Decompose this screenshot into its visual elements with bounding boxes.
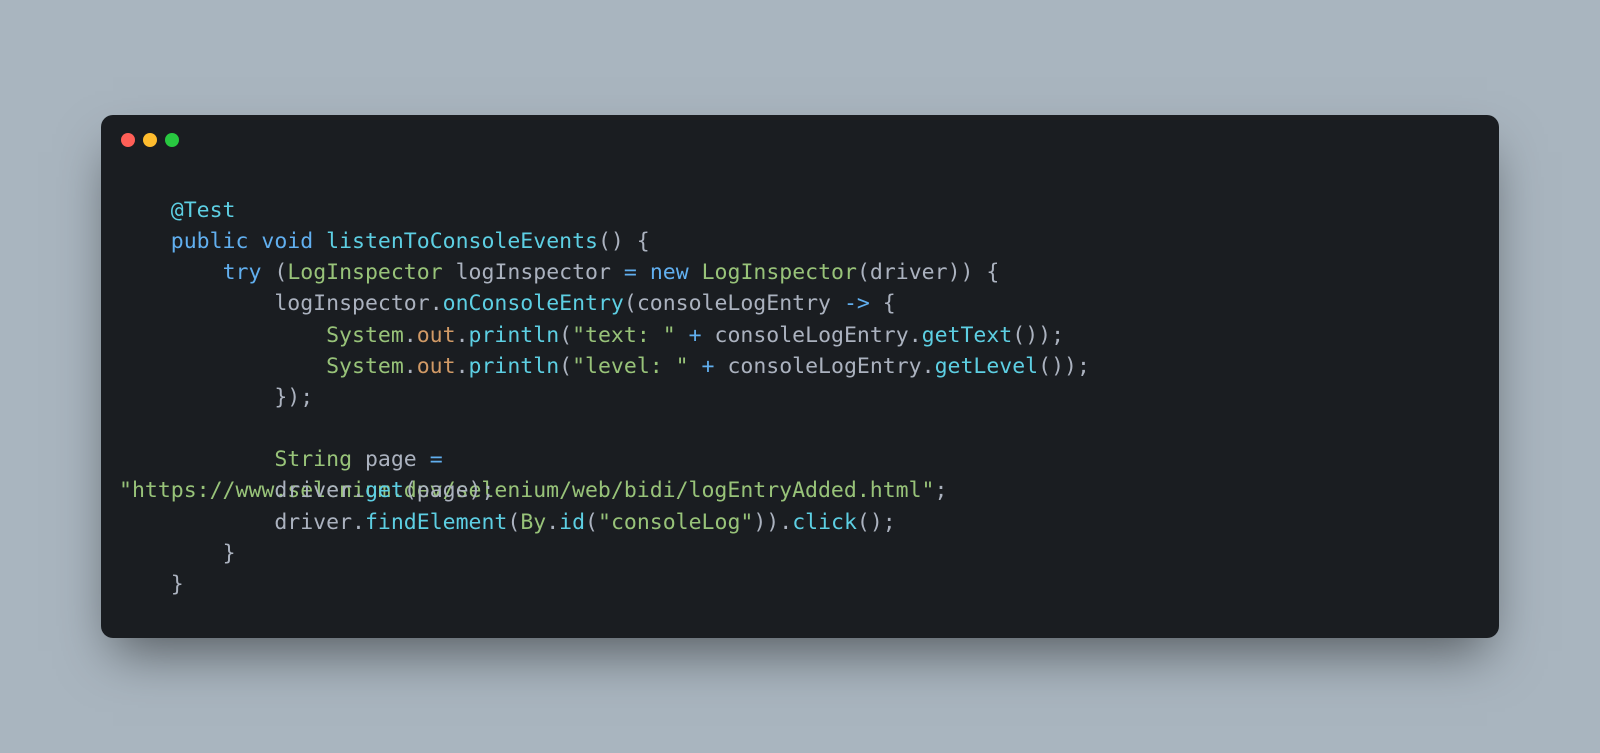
token-punct: . (430, 291, 443, 316)
minimize-icon[interactable] (143, 133, 157, 147)
token-punct: . (546, 510, 559, 535)
code-line: try (LogInspector logInspector = new Log… (101, 257, 1499, 288)
token-method: findElement (365, 510, 507, 535)
code-line: "https://www.selenium.dev/selenium/web/b… (101, 475, 1499, 506)
token-punct: ; (934, 478, 947, 503)
token-punct: } (223, 541, 236, 566)
token-kw: public (171, 229, 249, 254)
token-ann: @Test (171, 198, 236, 223)
token-method: onConsoleEntry (443, 291, 624, 316)
token-punct: . (456, 354, 469, 379)
token-str: "level: " (572, 354, 689, 379)
token-punct: { (883, 291, 896, 316)
code-line: System.out.println("level: " + consoleLo… (101, 351, 1499, 382)
token-type: LogInspector (287, 260, 442, 285)
overlay-line: driver.get(page); (119, 475, 494, 506)
code-line: @Test (101, 195, 1499, 226)
token-type: LogInspector (702, 260, 857, 285)
token-type: System (326, 323, 404, 348)
token-new: new (650, 260, 689, 285)
token-punct: )) { (948, 260, 1000, 285)
token-punct: ( (274, 260, 287, 285)
token-method: listenToConsoleEvents (326, 229, 598, 254)
token-punct: . (352, 510, 365, 535)
token-punct: () { (598, 229, 650, 254)
token-punct: )). (753, 510, 792, 535)
code-line: } (101, 569, 1499, 600)
token-ident: consoleLogEntry (727, 354, 921, 379)
code-line: public void listenToConsoleEvents() { (101, 226, 1499, 257)
token-punct: ( (585, 510, 598, 535)
token-punct: ()); (1038, 354, 1090, 379)
maximize-icon[interactable] (165, 133, 179, 147)
token-str: "text: " (572, 323, 676, 348)
code-line: }); (101, 382, 1499, 413)
token-punct: }); (274, 385, 313, 410)
token-method: click (792, 510, 857, 535)
token-prop: out (417, 323, 456, 348)
token-punct: ( (857, 260, 870, 285)
code-line: } (101, 538, 1499, 569)
token-method: println (469, 354, 560, 379)
token-punct: . (456, 323, 469, 348)
code-line: String page = (101, 444, 1499, 475)
code-line: driver.findElement(By.id("consoleLog")).… (101, 507, 1499, 538)
token-method: id (559, 510, 585, 535)
token-method: getLevel (935, 354, 1039, 379)
token-punct: } (171, 572, 184, 597)
token-ident: logInspector (274, 291, 429, 316)
token-op: = (624, 260, 637, 285)
token-type: System (326, 354, 404, 379)
token-method: getText (922, 323, 1013, 348)
token-punct: ( (624, 291, 637, 316)
token-str: "consoleLog" (598, 510, 753, 535)
token-ident: consoleLogEntry (715, 323, 909, 348)
token-type: By (520, 510, 546, 535)
token-type: String (274, 447, 352, 472)
code-block: @Test public void listenToConsoleEvents(… (101, 147, 1499, 610)
token-op: + (689, 323, 702, 348)
code-line (101, 413, 1499, 444)
close-icon[interactable] (121, 133, 135, 147)
token-ident: logInspector (456, 260, 611, 285)
token-punct: ( (559, 354, 572, 379)
token-kw: try (223, 260, 262, 285)
window-titlebar (101, 115, 1499, 147)
token-op: -> (844, 291, 870, 316)
token-punct: . (922, 354, 935, 379)
token-punct: ( (559, 323, 572, 348)
token-ident: page (365, 447, 417, 472)
token-punct: . (404, 354, 417, 379)
token-punct: . (909, 323, 922, 348)
token-punct: (); (857, 510, 896, 535)
token-punct: ( (507, 510, 520, 535)
token-ident: consoleLogEntry (637, 291, 831, 316)
code-line: System.out.println("text: " + consoleLog… (101, 320, 1499, 351)
token-op: = (430, 447, 443, 472)
token-kw: void (261, 229, 313, 254)
token-ident: driver (870, 260, 948, 285)
token-ident: driver (274, 510, 352, 535)
code-line: logInspector.onConsoleEntry(consoleLogEn… (101, 288, 1499, 319)
code-window: @Test public void listenToConsoleEvents(… (101, 115, 1499, 638)
token-method: println (469, 323, 560, 348)
token-punct: ()); (1012, 323, 1064, 348)
token-op: + (702, 354, 715, 379)
token-punct: . (404, 323, 417, 348)
token-prop: out (417, 354, 456, 379)
